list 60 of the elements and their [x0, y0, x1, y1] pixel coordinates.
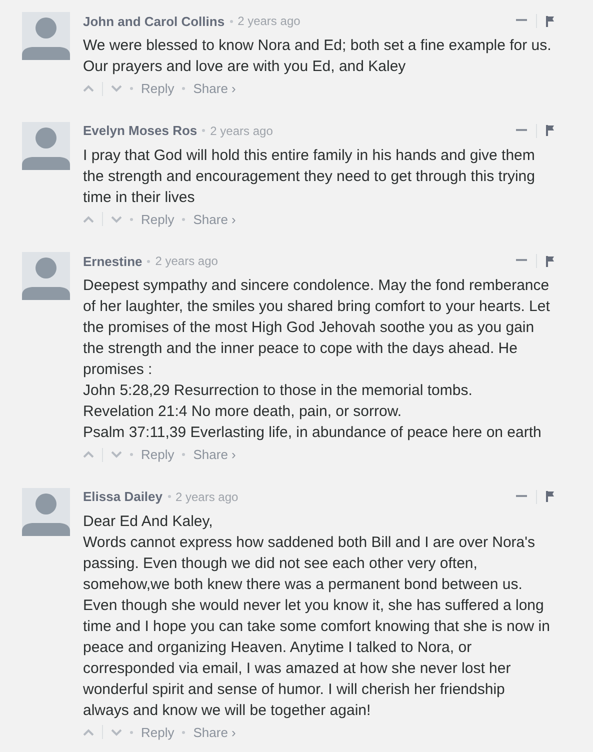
comment-time[interactable]: 2 years ago — [210, 124, 273, 138]
author-name[interactable]: John and Carol Collins — [83, 14, 225, 28]
reply-link[interactable]: Reply — [141, 447, 174, 462]
comment-text: We were blessed to know Nora and Ed; both set a fine example for us. Our prayers and love are with you Ed, and Kaley — [83, 36, 552, 77]
upvote-caret-icon — [83, 85, 94, 92]
separator-dot — [147, 260, 150, 262]
separator-dot — [130, 218, 133, 220]
share-link[interactable]: Share › — [193, 212, 236, 226]
separator-dot — [182, 218, 186, 220]
downvote-caret-icon — [111, 216, 122, 222]
separator-dot — [130, 453, 133, 456]
comment-time[interactable]: 2 years ago — [176, 490, 238, 504]
separator-dot — [182, 453, 186, 456]
author-name[interactable]: Ernestine — [83, 254, 142, 268]
upvote-button[interactable] — [83, 216, 94, 222]
author-name[interactable]: Elissa Dailey — [83, 489, 162, 504]
upvote-button[interactable] — [83, 85, 94, 92]
separator-dot — [182, 87, 186, 90]
downvote-caret-icon — [111, 451, 122, 458]
comment-time[interactable]: 2 years ago — [238, 14, 300, 28]
separator-dot — [168, 495, 170, 498]
avatar-icon — [22, 488, 70, 536]
collapse-icon[interactable] — [516, 19, 527, 23]
collapse-icon[interactable] — [516, 259, 527, 263]
downvote-caret-icon — [111, 85, 122, 92]
share-link[interactable]: Share › — [193, 447, 236, 462]
reply-link[interactable]: Reply — [141, 724, 174, 740]
flag-icon[interactable] — [546, 16, 555, 26]
author-name[interactable]: Evelyn Moses Ros — [83, 123, 198, 138]
reply-link[interactable]: Reply — [141, 81, 174, 96]
flag-icon[interactable] — [546, 125, 555, 136]
comment-time[interactable]: 2 years ago — [155, 254, 218, 268]
collapse-icon[interactable] — [516, 128, 527, 132]
upvote-button[interactable] — [83, 451, 94, 458]
downvote-button[interactable] — [111, 216, 122, 222]
upvote-caret-icon — [83, 216, 94, 222]
upvote-caret-icon — [83, 728, 94, 736]
separator-dot — [182, 730, 186, 734]
avatar-icon — [22, 122, 70, 170]
avatar-icon — [22, 12, 70, 60]
avatar-icon — [22, 252, 70, 300]
share-link[interactable]: Share › — [193, 724, 236, 740]
separator-dot — [130, 730, 133, 734]
share-link[interactable]: Share › — [193, 81, 236, 96]
collapse-icon[interactable] — [516, 494, 527, 498]
separator-dot — [202, 129, 206, 132]
downvote-caret-icon — [111, 728, 122, 736]
downvote-button[interactable] — [111, 451, 122, 458]
separator-dot — [230, 20, 233, 22]
comment-text: Dear Ed And Kaley, Words cannot express how saddened both Bill and I are over Nora's passing. Even though we did not see each other very often, somehow,we both knew there was a permanent bond between us. Even though she would never let you know it, she has suffered a long time and I hope you can take some comfort knowing that she is now in peace and organizing Heaven. Anytime I talked to Nora, or corresponded via email, I was amazed at how she never lost her wonderful spirit and sense of humor. I will cherish her friendship always and know we will be together again! — [83, 512, 551, 720]
flag-icon[interactable] — [546, 256, 555, 266]
flag-icon[interactable] — [546, 491, 555, 502]
comment-text: I pray that God will hold this entire family in his hands and give them the strength and encouragement they need to get through this trying time in their lives — [83, 146, 536, 208]
comment-text: Deepest sympathy and sincere condolence. May the fond remberance of her laughter, the smiles you shared bring comfort to your hearts. Let the promises of the most High God Jehovah soothe you as you gain the strength and the inner peace to cope with the days ahead. He promises : John 5:28,29 Resurrection to those in the memorial tombs. Revelation 21:4 No more death, pain, or sorrow. Psalm 37:11,39 Everlasting life, in abundance of peace here on earth — [83, 276, 551, 443]
reply-link[interactable]: Reply — [141, 212, 174, 226]
upvote-caret-icon — [83, 451, 94, 458]
downvote-button[interactable] — [111, 85, 122, 92]
downvote-button[interactable] — [111, 728, 122, 736]
separator-dot — [130, 87, 133, 90]
upvote-button[interactable] — [83, 728, 94, 736]
